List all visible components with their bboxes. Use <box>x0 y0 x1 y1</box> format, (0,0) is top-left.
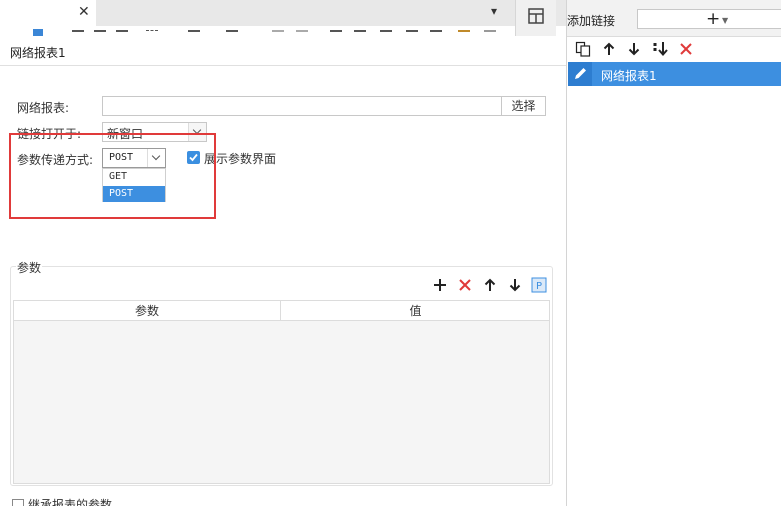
move-to-bottom-icon[interactable] <box>652 41 668 57</box>
delete-icon[interactable] <box>457 277 473 293</box>
pencil-icon <box>575 68 586 79</box>
inherit-params-label[interactable]: 继承报表的参数 <box>28 496 112 506</box>
grid-icon <box>528 8 544 24</box>
dialog-title: 网络报表1 <box>10 46 66 60</box>
link-panel-header: 添加链接 + ▼ <box>567 0 781 37</box>
params-table-header: 参数 值 <box>14 301 549 321</box>
inherit-params-checkbox[interactable] <box>12 499 24 506</box>
underline-button[interactable] <box>33 29 43 36</box>
arrow-down-icon[interactable] <box>626 41 642 57</box>
arrow-up-icon[interactable] <box>601 41 617 57</box>
format-toolbar <box>0 26 566 36</box>
add-icon[interactable] <box>432 277 448 293</box>
highlight-box <box>9 133 216 219</box>
add-icon: + <box>706 9 721 29</box>
dialog-title-bar: 网络报表1 <box>0 36 566 66</box>
link-item-label: 网络报表1 <box>601 69 657 83</box>
toolbar-dropdown-icon[interactable]: ▾ <box>491 4 497 18</box>
tab-close-icon[interactable]: ✕ <box>78 3 90 21</box>
select-button[interactable]: 选择 <box>501 96 546 116</box>
delete-icon[interactable] <box>678 41 694 57</box>
copy-icon[interactable] <box>575 41 591 57</box>
edit-link-button[interactable] <box>568 62 592 86</box>
report-path-input[interactable] <box>102 96 502 116</box>
svg-text:P: P <box>536 281 542 292</box>
column-header-param[interactable]: 参数 <box>14 301 281 321</box>
add-link-dropdown[interactable]: + ▼ <box>637 9 781 29</box>
column-header-value[interactable]: 值 <box>282 301 549 321</box>
param-settings-icon[interactable]: P <box>531 277 547 293</box>
grid-layout-button[interactable] <box>515 0 556 36</box>
link-list-item[interactable]: 网络报表1 <box>568 62 781 86</box>
arrow-up-icon[interactable] <box>482 277 498 293</box>
link-panel: 添加链接 + ▼ 网络报表1 <box>566 0 781 506</box>
report-label: 网络报表: <box>17 101 70 115</box>
chevron-down-icon: ▼ <box>722 16 729 25</box>
arrow-down-icon[interactable] <box>507 277 523 293</box>
params-table: 参数 值 <box>13 300 550 484</box>
add-link-label: 添加链接 <box>567 14 616 28</box>
params-group-label: 参数 <box>16 259 43 276</box>
